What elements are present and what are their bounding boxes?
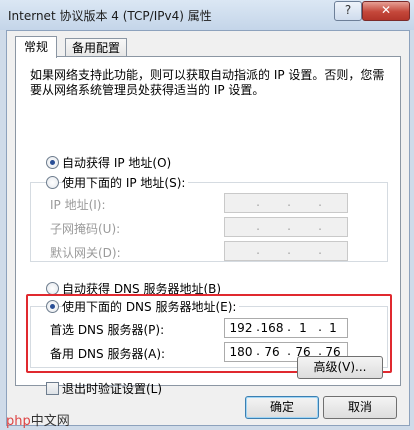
description-text: 如果网络支持此功能，则可以获取自动指派的 IP 设置。否则，您需要从网络系统管理… bbox=[30, 68, 385, 97]
tab-general[interactable]: 常规 bbox=[15, 36, 58, 58]
close-button[interactable]: ✕ bbox=[362, 1, 410, 21]
title-bar: Internet 协议版本 4 (TCP/IPv4) 属性 ? ✕ bbox=[0, 0, 414, 30]
validate-on-exit-label: 退出时验证设置(L) bbox=[62, 382, 163, 396]
site-watermark: php中文网 bbox=[6, 414, 70, 429]
cancel-button[interactable]: 取消 bbox=[323, 396, 397, 419]
tab-page-general: 如果网络支持此功能，则可以获取自动指派的 IP 设置。否则，您需要从网络系统管理… bbox=[15, 56, 401, 396]
tab-alternate-config[interactable]: 备用配置 bbox=[65, 38, 128, 57]
ok-button[interactable]: 确定 bbox=[245, 396, 319, 419]
validate-on-exit-checkbox[interactable] bbox=[46, 382, 59, 395]
auto-ip-label: 自动获得 IP 地址(O) bbox=[62, 156, 172, 170]
manual-ip-radio[interactable] bbox=[46, 176, 59, 189]
advanced-button[interactable]: 高级(V)... bbox=[297, 356, 383, 379]
subnet-mask-label: 子网掩码(U): bbox=[50, 222, 121, 236]
auto-ip-radio[interactable] bbox=[46, 156, 59, 169]
ip-address-label: IP 地址(I): bbox=[50, 198, 106, 212]
dialog-body: 常规 备用配置 如果网络支持此功能，则可以获取自动指派的 IP 设置。否则，您需… bbox=[6, 30, 410, 426]
manual-ip-label: 使用下面的 IP 地址(S): bbox=[62, 174, 189, 191]
default-gateway-input: . . . bbox=[224, 241, 348, 261]
default-gateway-label: 默认网关(D): bbox=[50, 246, 121, 260]
help-button[interactable]: ? bbox=[334, 1, 362, 21]
ip-address-input: . . . bbox=[224, 193, 348, 213]
window-title: Internet 协议版本 4 (TCP/IPv4) 属性 bbox=[8, 9, 212, 23]
subnet-mask-input: . . . bbox=[224, 217, 348, 237]
